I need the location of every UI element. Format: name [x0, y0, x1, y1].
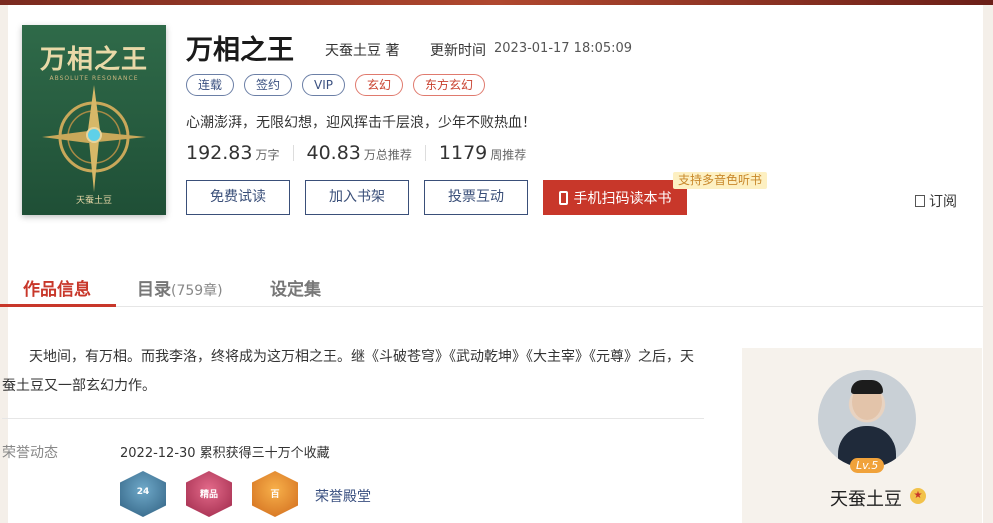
- medal-label: 精品: [199, 490, 218, 500]
- book-stats: 192.83 万字 40.83 万总推荐 1179 周推荐: [186, 142, 526, 164]
- top-banner-strip: [0, 0, 993, 5]
- tag-eastern-fantasy[interactable]: 东方玄幻: [413, 74, 486, 96]
- medal-24-hour-icon[interactable]: 24: [120, 471, 166, 517]
- cover-emblem-icon: [42, 85, 146, 192]
- add-bookshelf-button[interactable]: 加入书架: [305, 180, 409, 215]
- author-level-badge: Lv.5: [850, 458, 885, 473]
- author-panel: Lv.5 天蚕土豆 ★: [742, 348, 982, 523]
- tab-book-info[interactable]: 作品信息: [23, 275, 91, 300]
- tab-catalog-label: 目录: [137, 280, 171, 300]
- vote-button[interactable]: 投票互动: [424, 180, 528, 215]
- tag-signed[interactable]: 签约: [244, 74, 293, 96]
- tag-list: 连载 签约 VIP 玄幻 东方玄幻: [186, 74, 486, 96]
- cover-author: 天蚕土豆: [75, 196, 112, 206]
- free-read-button[interactable]: 免费试读: [186, 180, 290, 215]
- weekly-recommend-value: 1179: [438, 142, 488, 164]
- book-cover[interactable]: 万相之王 ABSOLUTE RESONANCE 天蚕土豆: [22, 25, 166, 215]
- word-count-unit: 万字: [255, 148, 280, 162]
- tag-fantasy[interactable]: 玄幻: [355, 74, 404, 96]
- tab-catalog-count: (759章): [171, 283, 223, 299]
- author-avatar[interactable]: [818, 370, 916, 468]
- audio-book-badge: 支持多音色听书: [673, 172, 768, 189]
- honor-update-text: 2022-12-30 累积获得三十万个收藏: [120, 446, 330, 461]
- subscribe-button[interactable]: 订阅: [915, 191, 957, 211]
- description-divider: [2, 418, 704, 419]
- word-count-value: 192.83: [186, 142, 253, 164]
- honor-label: 荣誉动态: [2, 445, 58, 461]
- update-time-label: 更新时间: [430, 43, 486, 59]
- tab-settings[interactable]: 设定集: [270, 275, 321, 300]
- author-link[interactable]: 天蚕土豆 著: [325, 40, 399, 60]
- document-icon: [915, 195, 925, 207]
- book-intro: 心潮澎湃，无限幻想，迎风挥击千层浪，少年不败热血！: [186, 115, 536, 131]
- update-time-value: 2023-01-17 18:05:09: [494, 41, 633, 56]
- right-background-edge: [983, 5, 993, 523]
- medal-premium-icon[interactable]: 精品: [186, 471, 232, 517]
- medal-label: 百: [270, 490, 280, 500]
- book-description: 天地间，有万相。而我李洛，终将成为这万相之王。继《斗破苍穹》《武动乾坤》《大主宰…: [2, 349, 694, 394]
- tabs-divider: [0, 306, 993, 307]
- medal-label: 24: [136, 487, 150, 497]
- author-crown-icon: ★: [910, 488, 926, 504]
- tag-vip[interactable]: VIP: [302, 74, 346, 96]
- total-recommend-unit: 万总推荐: [363, 148, 412, 162]
- phone-scan-read-button[interactable]: 手机扫码读本书: [543, 180, 687, 215]
- active-tab-indicator: [0, 304, 116, 307]
- book-title: 万相之王: [186, 35, 294, 66]
- stat-divider: [424, 145, 426, 161]
- stat-divider: [292, 145, 294, 161]
- medal-hundred-icon[interactable]: 百: [252, 471, 298, 517]
- tab-catalog[interactable]: 目录(759章): [137, 275, 223, 300]
- subscribe-label: 订阅: [929, 194, 957, 210]
- author-name[interactable]: 天蚕土豆: [830, 485, 902, 511]
- phone-scan-read-label: 手机扫码读本书: [573, 190, 672, 207]
- weekly-recommend-unit: 周推荐: [490, 148, 527, 162]
- avatar-hair: [851, 380, 883, 394]
- phone-icon: [558, 190, 568, 205]
- tag-serializing[interactable]: 连载: [186, 74, 235, 96]
- total-recommend-value: 40.83: [306, 142, 361, 164]
- cover-title: 万相之王: [39, 45, 148, 75]
- honor-hall-link[interactable]: 荣誉殿堂: [315, 486, 371, 506]
